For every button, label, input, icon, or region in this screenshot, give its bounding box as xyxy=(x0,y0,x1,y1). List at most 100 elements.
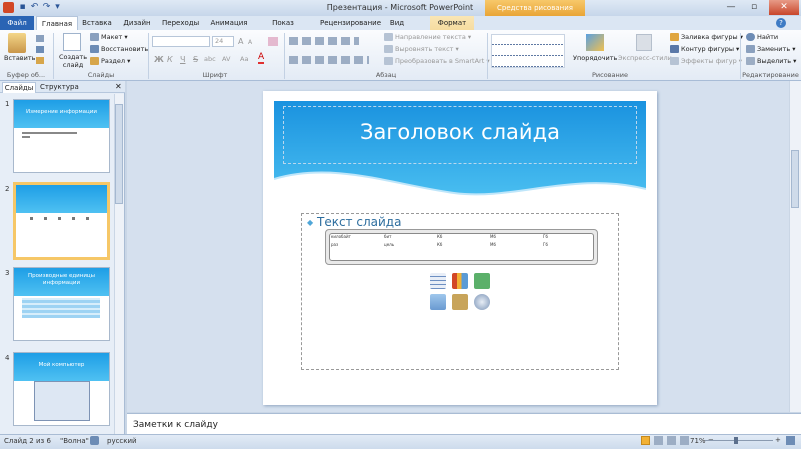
shape-effects-button[interactable]: Эффекты фигур ▾ xyxy=(670,57,742,66)
insert-chart-icon[interactable] xyxy=(452,273,468,289)
find-button[interactable]: Найти xyxy=(746,33,778,42)
table-cell: килобайт xyxy=(331,234,351,239)
copy-icon[interactable] xyxy=(36,46,44,53)
new-slide-icon xyxy=(63,33,81,51)
zoom-in-button[interactable]: + xyxy=(775,436,781,444)
clear-format-icon[interactable] xyxy=(268,37,278,46)
close-button[interactable]: ✕ xyxy=(769,0,799,15)
slide-sorter-icon[interactable] xyxy=(654,436,663,445)
main-scroll-thumb[interactable] xyxy=(791,150,799,208)
smartart-button[interactable]: Преобразовать в SmartArt ▾ xyxy=(384,57,490,66)
quick-styles-icon xyxy=(636,34,652,51)
alignment-buttons[interactable] xyxy=(289,56,369,64)
cut-icon[interactable] xyxy=(36,35,44,42)
tab-slideshow[interactable]: Показ слайдов xyxy=(257,16,309,41)
thumb-text-line xyxy=(22,132,77,134)
notes-pane[interactable] xyxy=(127,413,801,434)
bold-button[interactable]: Ж xyxy=(154,55,164,64)
text-direction-button[interactable]: Направление текста ▾ xyxy=(384,33,471,42)
list-buttons[interactable] xyxy=(289,37,359,45)
italic-button[interactable]: К xyxy=(167,55,173,64)
tab-home[interactable]: Главная xyxy=(36,16,78,30)
insert-table-icon[interactable] xyxy=(430,273,446,289)
shrink-font-button[interactable]: A xyxy=(248,38,252,47)
layout-button[interactable]: Макет ▾ xyxy=(90,33,128,42)
reading-view-icon[interactable] xyxy=(667,436,676,445)
fit-to-window-icon[interactable] xyxy=(786,436,795,445)
insert-clipart-icon[interactable] xyxy=(452,294,468,310)
slide-thumbnail-3[interactable]: Производные единицы информации xyxy=(13,267,110,341)
shadow-button[interactable]: abc xyxy=(204,55,216,64)
maximize-button[interactable]: ▫ xyxy=(743,0,765,15)
scroll-thumb[interactable] xyxy=(115,104,123,204)
section-button[interactable]: Раздел ▾ xyxy=(90,57,130,66)
tab-transitions[interactable]: Переходы xyxy=(162,16,199,30)
tab-format[interactable]: Формат xyxy=(430,16,474,30)
char-spacing-button[interactable]: AV xyxy=(222,55,230,64)
redo-icon[interactable]: ↷ xyxy=(41,2,52,13)
normal-view-icon[interactable] xyxy=(641,436,650,445)
insert-media-icon[interactable] xyxy=(474,294,490,310)
grow-font-button[interactable]: A xyxy=(238,37,243,46)
powerpoint-app-icon[interactable] xyxy=(3,2,14,13)
help-icon[interactable]: ? xyxy=(776,18,786,28)
replace-button[interactable]: Заменить ▾ xyxy=(746,45,795,54)
font-size-field[interactable]: 24 xyxy=(212,36,234,47)
tab-slides[interactable]: Слайды xyxy=(2,82,36,93)
shapes-gallery[interactable] xyxy=(491,34,565,68)
insert-smartart-icon[interactable] xyxy=(474,273,490,289)
slide-thumbnail-1[interactable]: Измерение информации xyxy=(13,99,110,173)
pane-close-icon[interactable]: ✕ xyxy=(115,82,122,91)
zoom-slider-thumb[interactable] xyxy=(734,437,738,444)
tab-animation[interactable]: Анимация xyxy=(209,16,249,30)
new-slide-button[interactable]: Создать слайд xyxy=(58,53,88,69)
font-name-field[interactable] xyxy=(152,36,210,47)
language-indicator[interactable]: русский xyxy=(107,437,137,445)
reset-button[interactable]: Восстановить xyxy=(90,45,148,54)
zoom-slider[interactable] xyxy=(705,440,773,441)
table-frame xyxy=(329,233,594,261)
tab-review[interactable]: Рецензирование xyxy=(320,16,381,30)
align-text-label: Выровнять текст ▾ xyxy=(395,45,459,53)
tab-design[interactable]: Дизайн xyxy=(122,16,152,30)
font-color-button[interactable]: A xyxy=(258,53,265,64)
quick-styles-button[interactable]: Экспресс-стили xyxy=(618,54,672,63)
slide-thumbnail-4[interactable]: Мой компьютер xyxy=(13,352,110,426)
align-text-button[interactable]: Выровнять текст ▾ xyxy=(384,45,459,54)
editing-group-label: Редактирование xyxy=(742,71,799,79)
format-painter-icon[interactable] xyxy=(36,57,44,64)
main-scrollbar[interactable] xyxy=(789,81,801,412)
select-button[interactable]: Выделить ▾ xyxy=(746,57,796,66)
embedded-table[interactable] xyxy=(325,229,598,265)
shape-outline-button[interactable]: Контур фигуры ▾ xyxy=(670,45,739,54)
drawing-tools-context-label: Средства рисования xyxy=(485,0,585,16)
minimize-button[interactable]: — xyxy=(720,0,742,15)
insert-picture-icon[interactable] xyxy=(430,294,446,310)
group-divider xyxy=(148,33,149,79)
undo-icon[interactable]: ↶ xyxy=(29,2,40,13)
notes-placeholder[interactable]: Заметки к слайду xyxy=(133,420,218,430)
content-text[interactable]: Текст слайда xyxy=(317,215,401,229)
underline-button[interactable]: Ч xyxy=(180,55,185,64)
arrange-button[interactable]: Упорядочить xyxy=(573,54,617,63)
tab-insert[interactable]: Вставка xyxy=(82,16,112,30)
shape-fill-button[interactable]: Заливка фигуры ▾ xyxy=(670,33,743,42)
slide-thumbnail-2[interactable] xyxy=(13,182,110,260)
theme-name[interactable]: "Волна" xyxy=(60,437,89,445)
save-icon[interactable]: ▪ xyxy=(17,2,28,13)
spelling-icon[interactable] xyxy=(90,436,99,445)
tab-outline[interactable]: Структура xyxy=(40,82,79,93)
qat-customize-icon[interactable]: ▾ xyxy=(52,2,63,13)
tab-view[interactable]: Вид xyxy=(387,16,407,30)
drawing-group-label: Рисование xyxy=(592,71,628,79)
slideshow-icon[interactable] xyxy=(680,436,689,445)
slide-title[interactable]: Заголовок слайда xyxy=(283,120,637,144)
shape-outline-icon xyxy=(670,45,679,53)
strikethrough-button[interactable]: S xyxy=(193,55,198,64)
paste-button[interactable]: Вставить xyxy=(4,54,35,63)
change-case-button[interactable]: Aa xyxy=(240,55,248,64)
tab-file[interactable]: Файл xyxy=(0,16,34,30)
thumb-table-marks xyxy=(30,217,90,220)
shape-effects-icon xyxy=(670,57,679,65)
zoom-level[interactable]: 71% xyxy=(690,437,706,445)
